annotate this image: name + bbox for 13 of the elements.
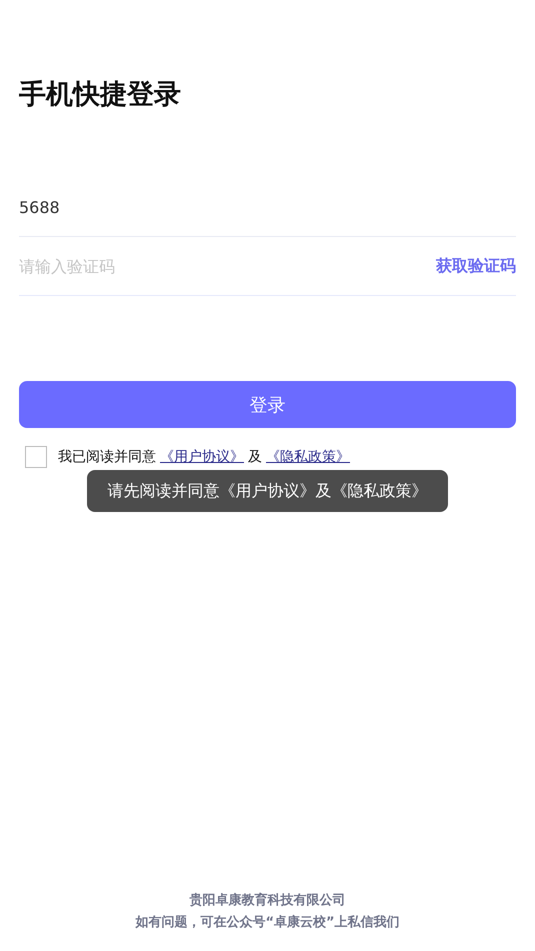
page-title: 手机快捷登录 [19,78,182,112]
get-code-link[interactable]: 获取验证码 [436,256,516,276]
conjunction-text: 及 [248,448,262,466]
agreement-checkbox[interactable] [25,446,47,468]
footer-text: 如有问题，可在公众号“卓康云校”上私信我们 [135,914,400,931]
toast-message: 请先阅读并同意《用户协议》及《隐私政策》 [87,470,448,512]
user-agreement-link[interactable]: 《用户协议》 [160,448,244,466]
phone-field[interactable]: 5688 [19,178,516,237]
login-button[interactable]: 登录 [19,381,516,428]
code-field[interactable]: 请输入验证码 [19,237,436,295]
footer-text: 贵阳卓康教育科技有限公司 [190,892,346,909]
privacy-policy-link[interactable]: 《隐私政策》 [266,448,350,466]
agreement-text: 我已阅读并同意 [58,448,156,466]
